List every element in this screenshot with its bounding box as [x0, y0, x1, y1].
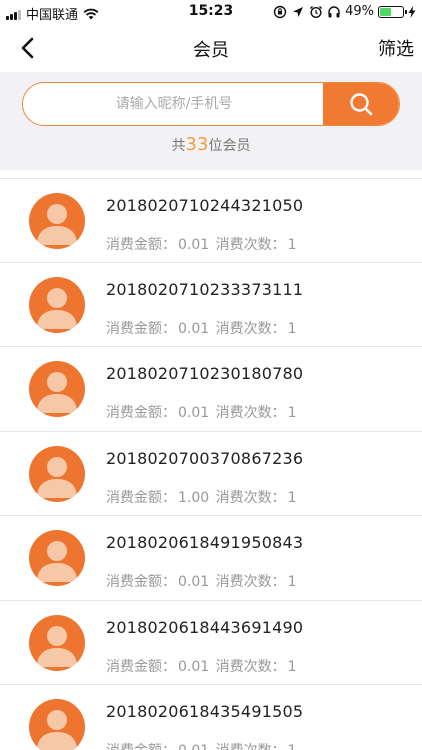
member-id: 2018020700370867236 [106, 448, 304, 468]
member-id: 2018020618443691490 [106, 617, 304, 637]
times-label: 消费次数： [215, 405, 286, 421]
member-list-item[interactable]: 2018020618443691490 消费金额： 0.01 消费次数： 1 [0, 600, 422, 685]
status-bar-right: 49% [273, 4, 416, 19]
headphones-icon [328, 5, 340, 17]
user-avatar-icon [37, 204, 77, 245]
user-avatar-icon [37, 541, 77, 582]
avatar [29, 193, 85, 249]
amount-value: 0.01 [178, 237, 210, 253]
times-label: 消费次数： [215, 320, 286, 337]
member-list-item[interactable]: 2018020618491950843 消费金额： 0.01 消费次数： 1 [0, 516, 422, 601]
search-area: 共33位会员 [0, 72, 422, 170]
amount-label: 消费金额： [106, 489, 176, 506]
member-list-item[interactable]: 2018020618435491505 消费金额：0.01 消费次数：1 [0, 685, 422, 750]
times-value: 1 [287, 237, 297, 253]
search-input[interactable] [23, 83, 325, 125]
battery-percent: 49% [345, 4, 374, 19]
amount-value: 0.01 [178, 743, 209, 750]
amount-label: 消费金额： [106, 658, 176, 675]
amount-value: 1.00 [178, 489, 210, 506]
page-title: 会员 [193, 40, 229, 61]
member-stats: 消费金额：0.01 消费次数：1 [106, 571, 299, 591]
member-stats: 消费金额：0.01 消费次数：1 [106, 234, 299, 254]
search-button[interactable] [323, 83, 399, 125]
rotation-lock-icon [273, 5, 287, 18]
members-page: 中国联通 15:23 49% 会员 筛选 请输入昵称/手机号 共33位会员 20… [0, 0, 422, 750]
alarm-icon [310, 5, 323, 18]
member-count-number: 33 [185, 134, 209, 155]
member-list-item[interactable]: 2018020710233373111 消费金额： 0.01 消费次数： 1 [0, 262, 422, 347]
member-id: 2018020618435491505 [106, 702, 304, 721]
user-avatar-icon [37, 287, 77, 329]
member-stats: 消费金额：0.01 消费次数：1 [106, 402, 299, 422]
member-id: 2018020710233373111 [106, 279, 304, 299]
times-label: 消费次数： [215, 489, 286, 506]
member-list: 2018020710244321050 消费金额： 0.01 消费次数： 1 201… [0, 178, 422, 750]
member-id: 2018020710230180780 [106, 364, 304, 383]
times-label: 消费次数： [215, 237, 286, 253]
times-value: 1 [287, 489, 297, 506]
amount-label: 消费金额： [106, 405, 176, 421]
user-avatar-icon [37, 625, 77, 667]
times-label: 消费次数： [215, 574, 286, 590]
amount-label: 消费金额： [106, 743, 176, 750]
times-value: 1 [287, 574, 297, 590]
user-avatar-icon [37, 710, 77, 750]
member-stats: 消费金额：0.01 消费次数：1 [106, 656, 299, 676]
times-value: 1 [287, 405, 297, 421]
member-count-prefix: 共 [171, 138, 186, 154]
member-stats: 消费金额：0.01 消费次数：1 [106, 318, 299, 338]
times-value: 1 [288, 743, 297, 750]
user-avatar-icon [37, 372, 77, 413]
member-count-suffix: 位会员 [208, 138, 251, 154]
member-id: 2018020618491950843 [106, 533, 304, 552]
member-list-item[interactable]: 2018020700370867236 消费金额： 1.00 消费次数： 1 [0, 431, 422, 516]
member-stats: 消费金额： 1.00 消费次数： 1 [106, 487, 299, 507]
search-box [22, 82, 400, 126]
avatar [29, 445, 85, 502]
amount-label: 消费金额： [106, 320, 176, 337]
user-avatar-icon [37, 456, 77, 498]
avatar [29, 276, 85, 333]
times-value: 1 [287, 320, 297, 337]
amount-label: 消费金额： [106, 237, 176, 253]
amount-value: 0.01 [178, 574, 210, 590]
filter-button[interactable]: 筛选 [378, 35, 414, 61]
member-count: 共33位会员 [0, 134, 422, 155]
amount-value: 0.01 [178, 320, 210, 337]
member-list-item[interactable]: 2018020710244321050 消费金额： 0.01 消费次数： 1 [0, 178, 422, 263]
battery-icon [378, 5, 407, 18]
amount-label: 消费金额： [106, 574, 176, 590]
amount-value: 0.01 [178, 405, 210, 421]
member-list-item[interactable]: 2018020710230180780 消费金额： 0.01 消费次数： 1 [0, 347, 422, 432]
member-stats: 消费金额：0.01 消费次数：1 [106, 740, 299, 750]
battery-fill [380, 7, 391, 16]
charging-icon [408, 5, 416, 18]
times-label: 消费次数： [215, 658, 286, 675]
member-id: 2018020710244321050 [106, 196, 304, 215]
amount-value: 0.01 [178, 658, 210, 675]
nav-bar: 会员 筛选 [0, 24, 422, 72]
status-bar: 中国联通 15:23 49% [0, 0, 422, 24]
times-label: 消费次数： [216, 743, 286, 750]
avatar [29, 530, 85, 586]
avatar [29, 614, 85, 671]
avatar [29, 699, 85, 750]
avatar [29, 361, 85, 417]
search-icon [350, 93, 373, 116]
times-value: 1 [287, 658, 297, 675]
location-icon [293, 6, 304, 17]
